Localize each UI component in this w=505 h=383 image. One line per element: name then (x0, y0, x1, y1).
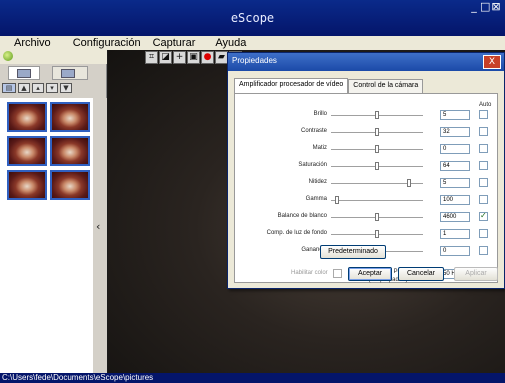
menu-ayuda[interactable]: Ayuda (209, 36, 252, 50)
thumbnail-image[interactable] (50, 102, 90, 132)
crosshair-icon[interactable]: + (173, 51, 186, 64)
scroll-top-icon[interactable]: ▲ (18, 83, 30, 93)
property-label: Nitidez (308, 179, 327, 185)
crop-icon[interactable]: ⌗ (145, 51, 158, 64)
auto-checkbox[interactable] (479, 144, 488, 153)
thumbnail-image[interactable] (7, 102, 47, 132)
ok-button[interactable]: Aceptar (348, 267, 392, 281)
property-value-field[interactable]: 32 (440, 127, 470, 137)
image-icon[interactable]: ▣ (187, 51, 200, 64)
auto-checkbox[interactable] (479, 178, 488, 187)
property-value-field[interactable]: 0 (440, 144, 470, 154)
property-slider-thumb[interactable] (407, 179, 412, 187)
property-slider-thumb[interactable] (375, 111, 379, 119)
property-slider-track[interactable] (331, 200, 423, 201)
properties-dialog: Propiedades X Amplificador procesador de… (227, 52, 505, 289)
property-label: Gamma (305, 196, 327, 202)
enable-color-checkbox[interactable] (333, 269, 342, 278)
tab-videos[interactable] (52, 66, 88, 80)
close-icon[interactable]: ⊠ (491, 1, 501, 12)
property-label: Balance de blanco (277, 213, 327, 219)
property-label: Matiz (312, 145, 327, 151)
dialog-tabs: Amplificador procesador de vídeo Control… (234, 78, 424, 93)
property-row: Brillo 5 (235, 110, 499, 121)
property-slider-thumb[interactable] (375, 230, 379, 238)
property-value-field[interactable]: 0 (440, 246, 470, 256)
left-panel-toolbar (0, 50, 107, 64)
thumbnail-grid (0, 98, 93, 373)
enable-color-label: Habilitar color (291, 270, 328, 276)
window-controls: _ □ ⊠ (469, 1, 501, 12)
property-value-field[interactable]: 4600 (440, 212, 470, 222)
auto-checkbox[interactable] (479, 161, 488, 170)
dialog-title: Propiedades (232, 56, 277, 65)
menu-capturar[interactable]: Capturar (147, 36, 202, 50)
dialog-close-icon[interactable]: X (483, 55, 501, 69)
menu-configuracion[interactable]: Configuración (67, 36, 147, 50)
property-row: Nitidez 5 (235, 178, 499, 189)
property-row: Contraste 32 (235, 127, 499, 138)
camera-icon[interactable]: ◪ (159, 51, 172, 64)
thumbnail-image[interactable] (50, 170, 90, 200)
collapse-arrow-icon[interactable]: ‹ (96, 220, 100, 233)
auto-checkbox[interactable] (479, 110, 488, 119)
property-value-field[interactable]: 100 (440, 195, 470, 205)
panel-splitter[interactable]: ‹ (93, 98, 107, 373)
property-slider-thumb[interactable] (335, 196, 340, 204)
video-icon (61, 69, 75, 78)
default-button[interactable]: Predeterminado (320, 245, 386, 259)
property-value-field[interactable]: 1 (440, 229, 470, 239)
view-grid-icon[interactable]: ▤ (2, 83, 16, 93)
thumbnail-image[interactable] (7, 136, 47, 166)
property-label: Saturación (298, 162, 327, 168)
auto-checkbox[interactable] (479, 211, 488, 221)
property-value-field[interactable]: 5 (440, 110, 470, 120)
property-row: Saturación 64 (235, 161, 499, 172)
tab-video-proc-amp[interactable]: Amplificador procesador de vídeo (234, 78, 349, 93)
minimize-icon[interactable]: _ (469, 1, 479, 12)
auto-checkbox[interactable] (479, 229, 488, 238)
maximize-icon[interactable]: □ (480, 1, 490, 12)
tab-pictures[interactable] (8, 66, 40, 80)
property-slider-thumb[interactable] (375, 145, 379, 153)
auto-header: Auto (479, 102, 492, 108)
refresh-icon[interactable] (3, 51, 13, 61)
menu-archivo[interactable]: Archivo (8, 36, 57, 50)
page-down-icon[interactable]: ▾ (46, 83, 58, 93)
left-panel-tabs (0, 66, 107, 80)
property-row: Matiz 0 (235, 144, 499, 155)
auto-checkbox[interactable] (479, 246, 488, 255)
cancel-button[interactable]: Cancelar (398, 267, 444, 281)
thumbnail-image[interactable] (50, 136, 90, 166)
property-label: Brillo (313, 111, 327, 117)
property-slider-thumb[interactable] (375, 128, 379, 136)
menu-bar: Archivo Configuración Capturar Ayuda (0, 36, 505, 50)
tab-camera-control[interactable]: Control de la cámara (348, 79, 424, 93)
property-slider-thumb[interactable] (375, 213, 379, 221)
title-bar: eScope _ □ ⊠ (0, 0, 505, 36)
property-value-field[interactable]: 5 (440, 178, 470, 188)
left-panel: ▤ ▲ ▴ ▾ ▼ ‹ (0, 50, 107, 373)
property-row: Balance de blanco 4600 (235, 211, 499, 223)
property-slider-thumb[interactable] (375, 162, 379, 170)
apply-button[interactable]: Aplicar (454, 267, 498, 281)
page-up-icon[interactable]: ▴ (32, 83, 44, 93)
property-label: Contraste (300, 128, 327, 134)
property-row: Gamma 100 (235, 195, 499, 206)
auto-checkbox[interactable] (479, 127, 488, 136)
scroll-bottom-icon[interactable]: ▼ (60, 83, 72, 93)
record-icon[interactable]: ● (201, 51, 214, 64)
thumbnail-toolbar: ▤ ▲ ▴ ▾ ▼ (2, 83, 106, 95)
property-row: Comp. de luz de fondo 1 (235, 229, 499, 240)
window-title: eScope (230, 11, 275, 25)
dialog-title-bar: Propiedades X (228, 53, 504, 71)
property-value-field[interactable]: 64 (440, 161, 470, 171)
property-label: Comp. de luz de fondo (266, 230, 327, 236)
auto-checkbox[interactable] (479, 195, 488, 204)
gallery-icon (17, 69, 31, 78)
status-path: C:\Users\fede\Documents\eScope\pictures (0, 373, 505, 383)
thumbnail-image[interactable] (7, 170, 47, 200)
